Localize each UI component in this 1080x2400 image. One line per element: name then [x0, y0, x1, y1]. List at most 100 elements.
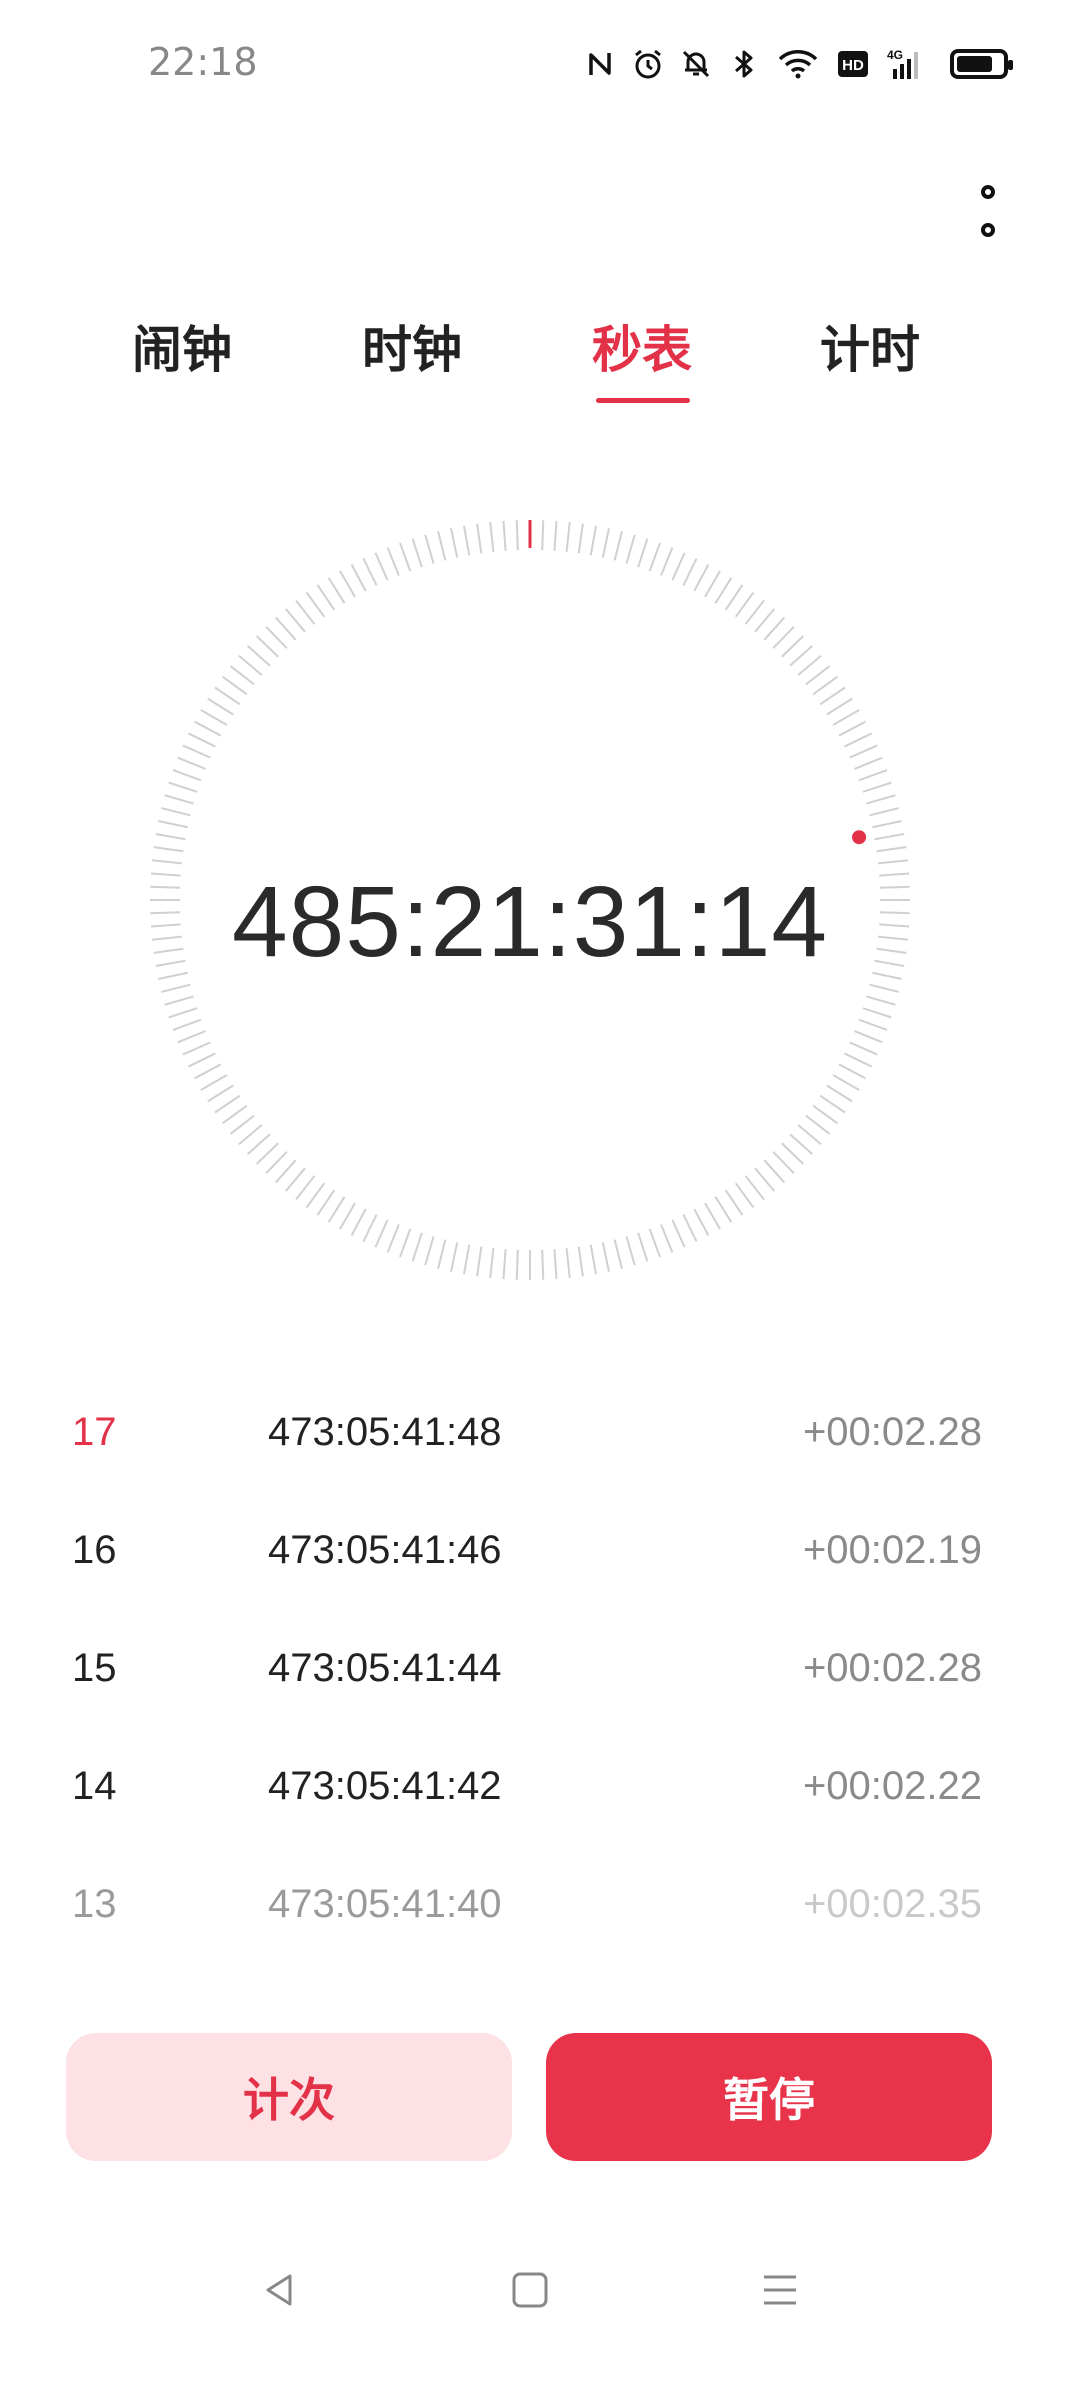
dial-tick: [255, 1142, 279, 1165]
dial-tick: [826, 1084, 853, 1103]
dial-tick: [660, 547, 674, 576]
dial-tick: [553, 520, 558, 551]
dial-tick: [589, 525, 597, 556]
dial-tick: [188, 1052, 216, 1068]
dial-tick: [155, 833, 186, 841]
dial-tick: [200, 1074, 228, 1091]
tab-stopwatch[interactable]: 秒表: [592, 310, 692, 382]
lap-total-time: 473:05:41:48: [268, 1410, 502, 1454]
lap-split: +00:02.22: [802, 1764, 982, 1808]
lap-number: 17: [72, 1410, 117, 1454]
dial-tick: [362, 558, 378, 586]
dial-tick: [789, 1133, 814, 1156]
dial-tick: [781, 1142, 805, 1165]
lap-row: 15 473:05:41:44 +00:02.28: [0, 1616, 1080, 1734]
dial-tick: [849, 1041, 878, 1056]
dial-tick: [772, 1151, 795, 1175]
dial-tick: [613, 1239, 623, 1269]
lap-row: 17 473:05:41:48 +00:02.28: [0, 1380, 1080, 1498]
dial-tick: [214, 1094, 241, 1114]
dial-tick: [476, 1246, 483, 1277]
dial-tick: [819, 686, 846, 706]
dial-tick: [158, 820, 188, 829]
dial-tick: [724, 1189, 744, 1216]
dial-tick: [826, 697, 853, 716]
dial-tick: [660, 1224, 674, 1253]
dial-tick: [693, 564, 710, 592]
lap-split: +00:02.35: [802, 1882, 982, 1926]
dial-tick: [161, 983, 191, 993]
status-icons: HD 4G: [584, 44, 1014, 84]
dial-tick: [744, 1175, 765, 1201]
lap-total-time: 473:05:41:44: [268, 1646, 502, 1690]
dial-tick: [704, 570, 721, 598]
dial-tick: [671, 1219, 686, 1248]
lap-split: +00:02.19: [802, 1528, 982, 1572]
dial-tick: [832, 1074, 860, 1091]
dial-tick: [339, 1202, 356, 1230]
dial-tick: [693, 1208, 710, 1236]
dial-tick: [704, 1202, 721, 1230]
dial-tick: [754, 608, 776, 633]
dial-tick: [265, 625, 288, 649]
dial-tick: [238, 1124, 263, 1146]
dial-tick: [589, 1244, 597, 1275]
dial-tick: [858, 769, 888, 782]
dial-tick: [350, 1208, 367, 1236]
dial-tick: [221, 1104, 248, 1125]
dial-tick: [772, 625, 795, 649]
dial-tick: [648, 542, 661, 572]
dial-tick: [168, 1007, 198, 1019]
dial-tick: [502, 520, 507, 551]
back-icon[interactable]: [250, 2260, 310, 2320]
battery-fill: [957, 56, 993, 72]
dial-tick: [386, 547, 400, 576]
dial-tick: [874, 833, 905, 841]
dial-tick: [295, 599, 316, 625]
4g-signal-icon: 4G: [886, 44, 928, 84]
dial-tick: [476, 523, 483, 554]
dial-tick: [274, 1159, 297, 1184]
lap-list[interactable]: 17 473:05:41:48 +00:02.28 16 473:05:41:4…: [0, 1380, 1080, 1940]
dial-tick: [838, 1063, 866, 1080]
dial-tick: [194, 720, 222, 737]
lap-button[interactable]: 计次: [66, 2033, 512, 2161]
tab-bar: 闹钟 时钟 秒表 计时: [0, 310, 1080, 410]
svg-text:4G: 4G: [887, 48, 903, 62]
dial-tick: [832, 709, 860, 726]
tab-clock[interactable]: 时钟: [362, 310, 462, 382]
tab-alarm[interactable]: 闹钟: [132, 310, 232, 382]
dial-tick: [812, 675, 839, 696]
dial-tick: [601, 1242, 610, 1272]
hd-icon: HD: [836, 44, 870, 84]
dial-tick: [168, 781, 198, 793]
home-icon[interactable]: [500, 2260, 560, 2320]
dial-tick: [437, 531, 447, 561]
dial-tick: [411, 538, 423, 568]
dial-tick: [238, 654, 263, 676]
more-dot: [981, 223, 995, 237]
dial-tick: [724, 584, 744, 611]
dial-tick: [424, 534, 435, 564]
dial-tick: [327, 1196, 346, 1223]
dial-tick: [450, 1242, 459, 1272]
pause-button[interactable]: 暂停: [546, 2033, 992, 2161]
battery-icon: [944, 44, 1014, 84]
dial-tick: [854, 1030, 883, 1044]
dial-tick: [515, 520, 519, 551]
dial-tick: [463, 525, 471, 556]
dial-tick: [763, 1159, 786, 1184]
menu-icon[interactable]: [750, 2260, 810, 2320]
dial-tick: [682, 1214, 698, 1242]
lap-split: +00:02.28: [802, 1646, 982, 1690]
dial-tick: [450, 528, 459, 558]
dial-tick: [316, 1189, 336, 1216]
more-options-icon[interactable]: [970, 185, 1006, 237]
tab-timer[interactable]: 计时: [820, 310, 920, 382]
dial-tick: [182, 1041, 211, 1056]
dial-tick: [601, 528, 610, 558]
dial-tick: [172, 769, 202, 782]
dial-tick: [849, 744, 878, 759]
dial-tick: [153, 846, 184, 853]
lap-row: 14 473:05:41:42 +00:02.22: [0, 1734, 1080, 1852]
